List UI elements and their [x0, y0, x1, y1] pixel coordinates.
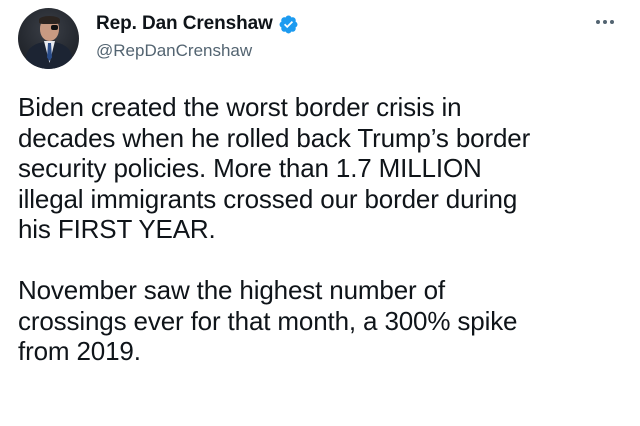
- tweet-line: crossings ever for that month, a 300% sp…: [18, 305, 518, 336]
- more-options-icon[interactable]: [590, 10, 620, 34]
- tweet-card: Rep. Dan Crenshaw @RepDanCrenshaw Biden …: [0, 0, 640, 426]
- author-display-name[interactable]: Rep. Dan Crenshaw: [96, 13, 273, 35]
- author-name-row: Rep. Dan Crenshaw: [96, 12, 299, 36]
- tweet-line: security policies. More than 1.7 MILLION: [18, 153, 482, 183]
- tweet-line: his FIRST YEAR.: [18, 214, 216, 244]
- author-handle[interactable]: @RepDanCrenshaw: [96, 41, 299, 61]
- tweet-line: Biden created the worst border crisis in: [18, 92, 462, 122]
- tweet-paragraph-1: Biden created the worst border crisis in…: [18, 92, 630, 245]
- author-avatar[interactable]: [18, 8, 79, 69]
- tweet-line: decades when he rolled back Trump’s bord…: [18, 122, 531, 153]
- tweet-text: Biden created the worst border crisis in…: [18, 92, 630, 367]
- author-info: Rep. Dan Crenshaw @RepDanCrenshaw: [96, 12, 299, 61]
- tweet-line: from 2019.: [18, 336, 141, 366]
- verified-badge-icon: [279, 15, 298, 33]
- tweet-header: Rep. Dan Crenshaw @RepDanCrenshaw: [18, 8, 626, 72]
- tweet-paragraph-2: November saw the highest number of cross…: [18, 275, 630, 367]
- tweet-line: November saw the highest number of: [18, 275, 446, 305]
- tweet-line: illegal immigrants crossed our border du…: [18, 183, 518, 214]
